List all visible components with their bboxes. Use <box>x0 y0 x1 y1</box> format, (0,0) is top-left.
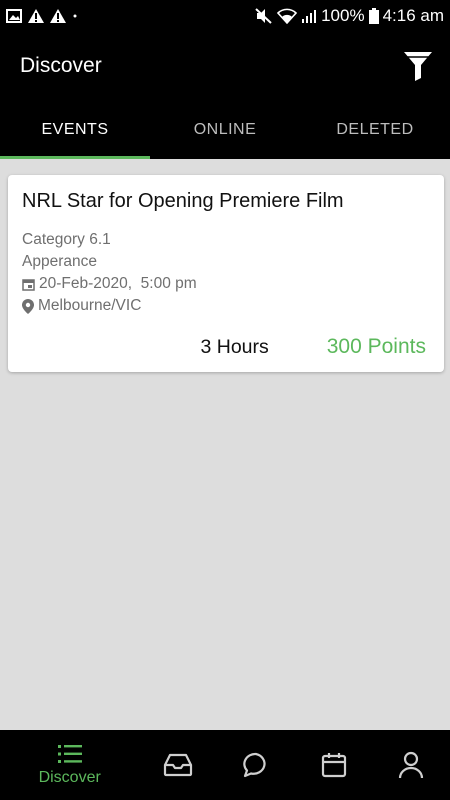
filter-button[interactable] <box>402 49 434 83</box>
nav-discover[interactable]: Discover <box>0 743 139 787</box>
nav-inbox[interactable] <box>139 730 217 800</box>
calendar-small-icon <box>22 278 35 291</box>
event-datetime-row: 20-Feb-2020, 5:00 pm <box>22 273 428 295</box>
calendar-icon <box>321 753 346 778</box>
chat-icon <box>243 752 266 778</box>
event-duration: 3 Hours <box>200 335 269 358</box>
list-icon <box>57 745 82 763</box>
profile-icon <box>399 751 424 779</box>
status-right-icons: 100% 4:16 am <box>255 6 444 26</box>
event-category: Category 6.1 <box>22 231 111 248</box>
battery-icon <box>368 8 379 24</box>
wifi-icon <box>277 8 298 24</box>
inbox-icon <box>164 753 193 777</box>
tab-events[interactable]: EVENTS <box>0 100 150 159</box>
app-bar: Discover <box>0 32 450 100</box>
mute-icon <box>255 8 273 24</box>
nav-chat[interactable] <box>217 730 295 800</box>
clock: 4:16 am <box>382 6 444 25</box>
event-title: NRL Star for Opening Premiere Film <box>22 190 344 212</box>
event-points: 300 Points <box>326 335 426 358</box>
dot-icon <box>72 13 78 19</box>
event-datetime: 20-Feb-2020, 5:00 pm <box>39 275 197 292</box>
tab-bar: EVENTS ONLINE DELETED <box>0 100 450 159</box>
signal-icon <box>301 9 317 23</box>
nav-calendar[interactable] <box>295 730 373 800</box>
battery-percent: 100% <box>321 6 365 25</box>
event-footer: 3 Hours 300 Points <box>8 333 444 361</box>
gallery-notification-icon <box>6 9 22 23</box>
status-bar: 100% 4:16 am <box>0 0 450 32</box>
event-card[interactable]: NRL Star for Opening Premiere Film Categ… <box>8 175 444 372</box>
warning-icon-2 <box>50 9 66 23</box>
tab-deleted[interactable]: DELETED <box>300 100 450 159</box>
location-pin-icon <box>22 298 34 314</box>
event-type: Apperance <box>22 253 97 270</box>
nav-discover-label: Discover <box>38 769 101 786</box>
page-title: Discover <box>20 54 102 77</box>
filter-icon <box>404 52 432 81</box>
bottom-nav: Discover <box>0 730 450 800</box>
nav-profile[interactable] <box>372 730 450 800</box>
event-location-row: Melbourne/VIC <box>22 295 428 317</box>
warning-icon <box>28 9 44 23</box>
tab-online[interactable]: ONLINE <box>150 100 300 159</box>
status-left-icons <box>6 9 78 23</box>
event-location: Melbourne/VIC <box>38 297 142 314</box>
